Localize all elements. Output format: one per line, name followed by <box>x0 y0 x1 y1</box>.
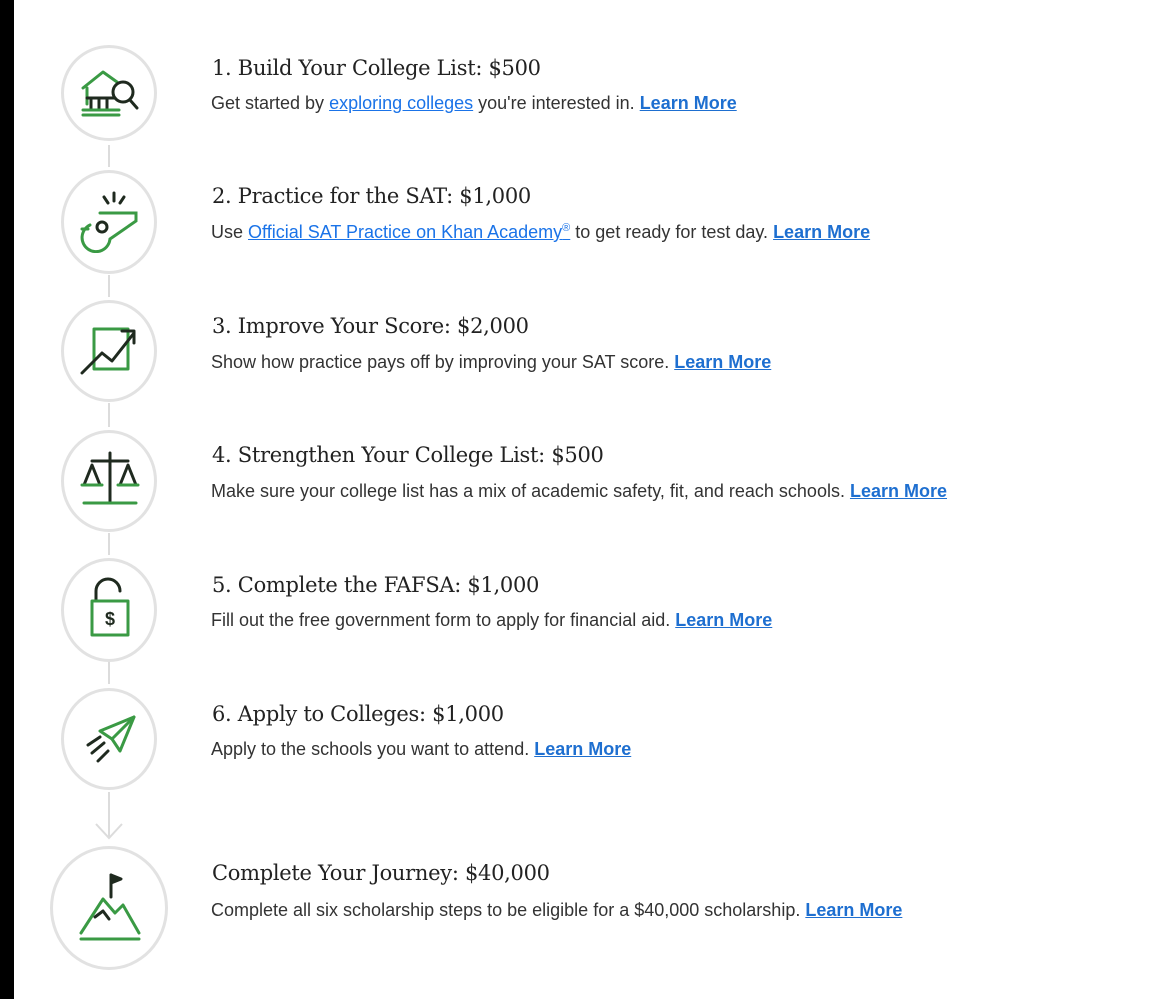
step-description: Make sure your college list has a mix of… <box>211 481 947 502</box>
step-2-icon-ring <box>61 170 157 274</box>
step-5-icon-ring: $ <box>61 558 157 662</box>
step-6-icon-ring <box>61 688 157 790</box>
whistle-icon <box>80 191 138 253</box>
step-description: Fill out the free government form to app… <box>211 610 772 631</box>
khan-academy-link-text: Official SAT Practice on Khan Academy <box>248 222 563 242</box>
exploring-colleges-link[interactable]: exploring colleges <box>329 93 473 113</box>
step-connector <box>108 662 110 684</box>
scholarship-steps-panel: 1. Build Your College List: $500 Get sta… <box>14 0 1170 999</box>
step-description: Use Official SAT Practice on Khan Academ… <box>211 222 870 243</box>
description-text: Make sure your college list has a mix of… <box>211 481 850 501</box>
learn-more-link[interactable]: Learn More <box>534 739 631 759</box>
down-arrow-connector <box>95 792 123 840</box>
mountain-flag-icon <box>79 873 141 941</box>
description-text: Complete all six scholarship steps to be… <box>211 900 806 920</box>
step-title: 5. Complete the FAFSA: $1,000 <box>212 573 540 597</box>
description-text: you're interested in. <box>473 93 640 113</box>
step-1-icon-ring <box>61 45 157 141</box>
trend-up-chart-icon <box>80 327 136 375</box>
learn-more-link[interactable]: Learn More <box>850 481 947 501</box>
step-title: 2. Practice for the SAT: $1,000 <box>212 184 531 208</box>
description-text: Show how practice pays off by improving … <box>211 352 675 372</box>
step-7-icon-ring <box>50 846 168 970</box>
step-description: Complete all six scholarship steps to be… <box>211 900 902 921</box>
unlocked-dollar-lock-icon: $ <box>90 577 130 637</box>
step-connector <box>108 275 110 297</box>
learn-more-link[interactable]: Learn More <box>805 900 902 920</box>
college-search-icon <box>81 70 139 117</box>
description-text: Fill out the free government form to app… <box>211 610 676 630</box>
learn-more-link[interactable]: Learn More <box>674 352 771 372</box>
learn-more-link[interactable]: Learn More <box>773 222 870 242</box>
step-4-icon-ring <box>61 430 157 532</box>
khan-academy-link[interactable]: Official SAT Practice on Khan Academy® <box>248 222 570 242</box>
balance-scale-icon <box>80 451 140 505</box>
learn-more-link[interactable]: Learn More <box>640 93 737 113</box>
svg-text:$: $ <box>105 609 115 629</box>
step-connector <box>108 145 110 167</box>
paper-plane-icon <box>86 715 136 763</box>
step-description: Show how practice pays off by improving … <box>211 352 771 373</box>
description-text: Apply to the schools you want to attend. <box>211 739 535 759</box>
step-title: 6. Apply to Colleges: $1,000 <box>212 702 504 726</box>
step-title: Complete Your Journey: $40,000 <box>212 861 550 885</box>
step-title: 3. Improve Your Score: $2,000 <box>212 314 529 338</box>
step-connector <box>108 533 110 555</box>
description-text: Use <box>211 222 249 242</box>
description-text: Get started by <box>211 93 330 113</box>
learn-more-link[interactable]: Learn More <box>675 610 772 630</box>
step-title: 1. Build Your College List: $500 <box>212 56 541 80</box>
step-3-icon-ring <box>61 300 157 402</box>
step-description: Get started by exploring colleges you're… <box>211 93 737 114</box>
step-description: Apply to the schools you want to attend.… <box>211 739 631 760</box>
step-connector <box>108 403 110 427</box>
step-title: 4. Strengthen Your College List: $500 <box>212 443 604 467</box>
description-text: to get ready for test day. <box>570 222 774 242</box>
